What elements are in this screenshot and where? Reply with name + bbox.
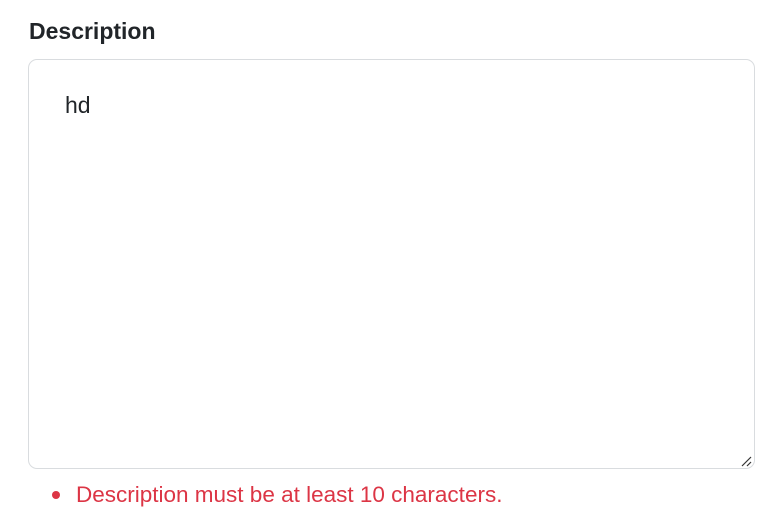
validation-error-list: Description must be at least 10 characte…: [52, 478, 502, 512]
validation-error-message: Description must be at least 10 characte…: [76, 482, 503, 507]
description-label: Description: [29, 18, 156, 44]
description-textarea[interactable]: [29, 60, 754, 468]
resize-grip-icon[interactable]: [740, 454, 752, 467]
error-bullet-icon: [52, 491, 60, 499]
resize-grip-icon-glyph: [741, 456, 752, 467]
description-textarea-container: [28, 59, 755, 469]
validation-error-item: Description must be at least 10 characte…: [52, 478, 502, 512]
